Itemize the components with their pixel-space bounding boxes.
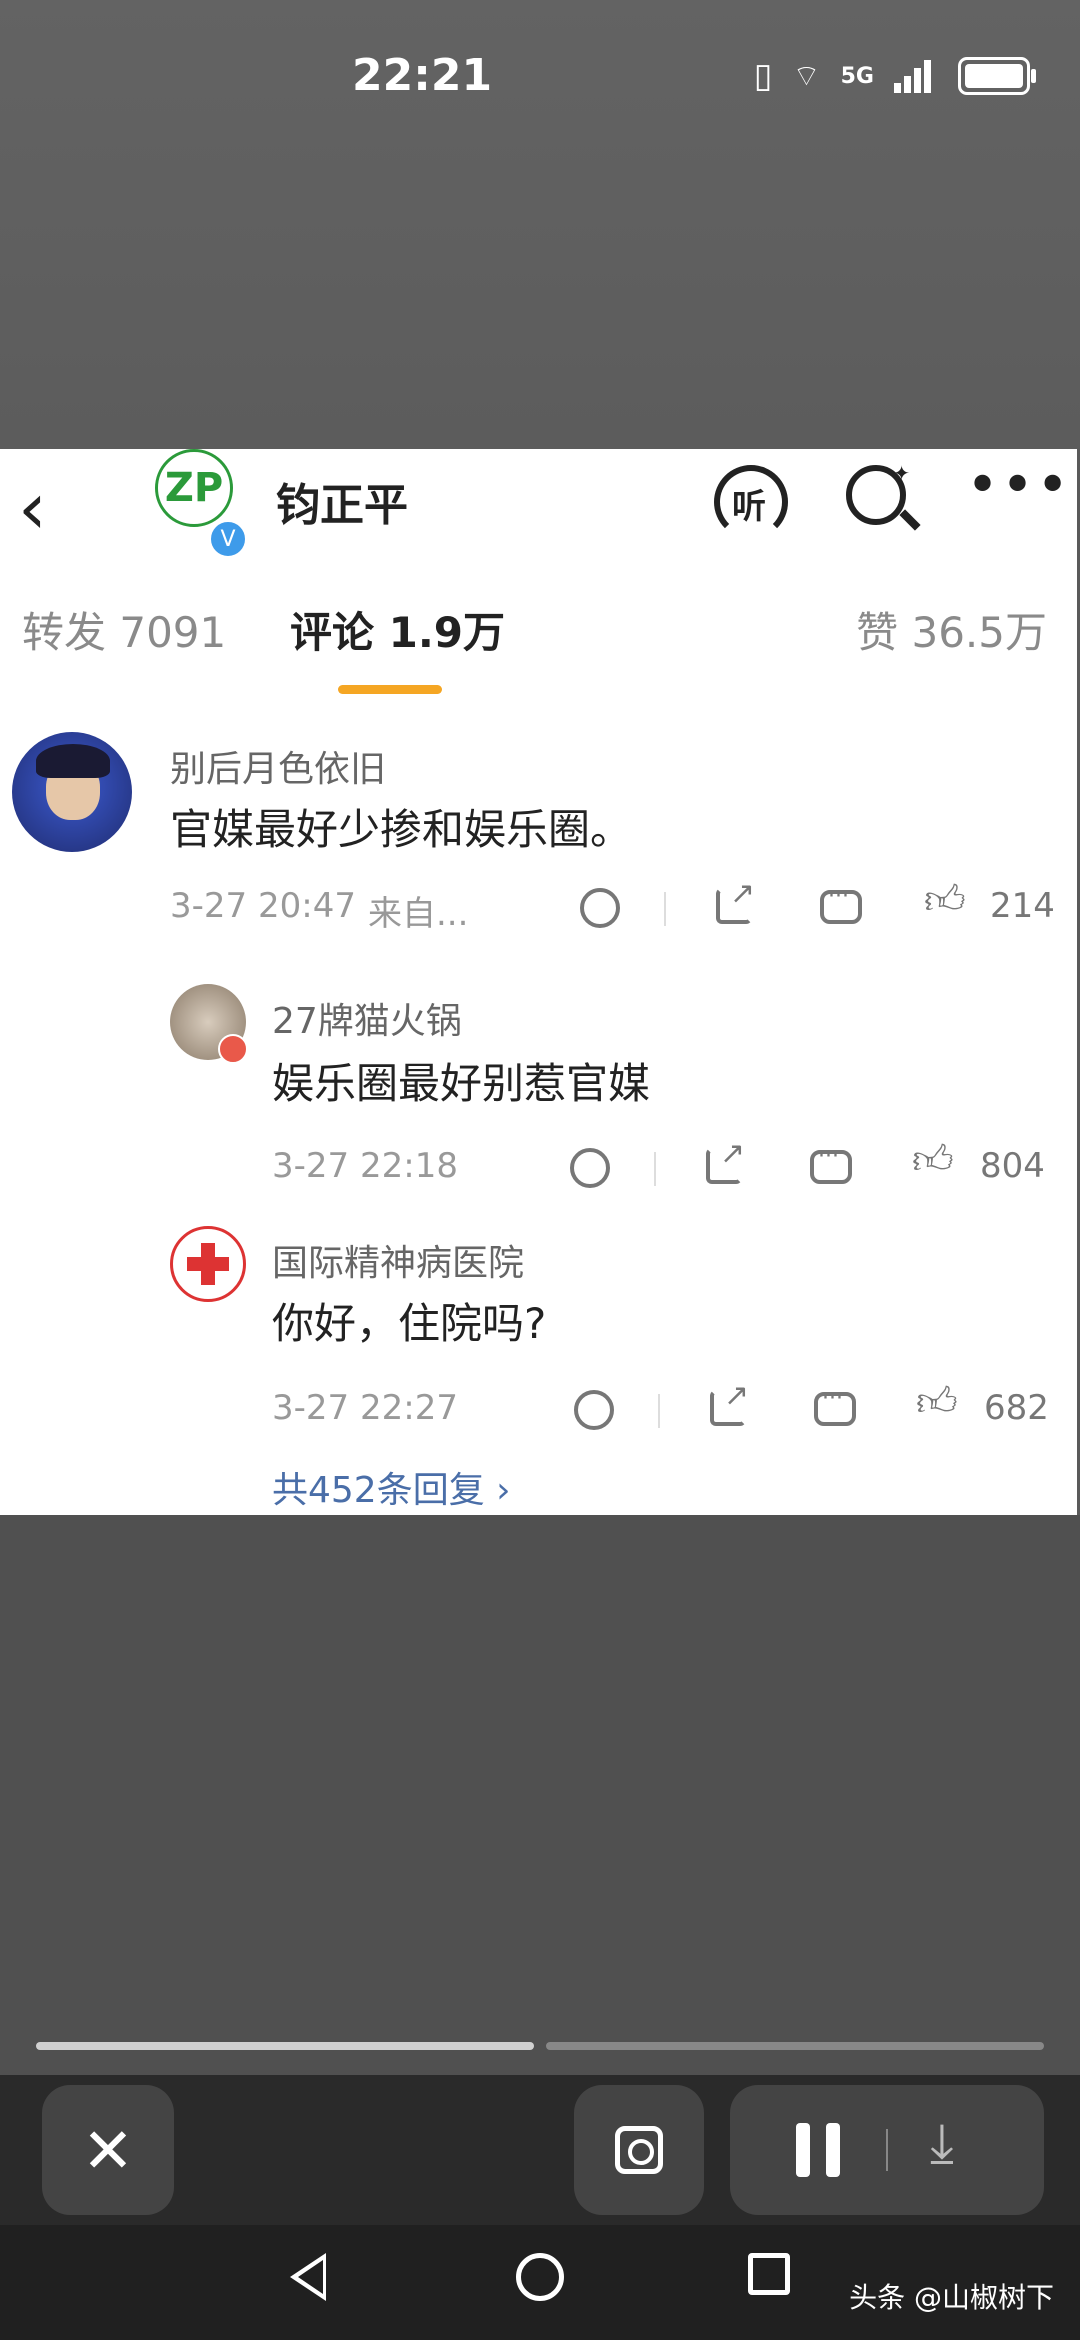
reply-item: 国际精神病医院 你好，住院吗? 3-27 22:27 👍︎ 682 — [0, 1226, 1077, 1430]
nav-home-icon[interactable] — [516, 2253, 564, 2301]
tab-likes[interactable]: 赞 36.5万 — [856, 599, 1047, 660]
dislike-face-icon[interactable] — [574, 1390, 614, 1430]
comment-author[interactable]: 27牌猫火锅 — [272, 992, 462, 1044]
comment-item: 别后月色依旧 官媒最好少掺和娱乐圈。 3-27 20:47 来自... 👍︎ 2… — [0, 732, 1077, 934]
chevron-left-icon[interactable]: ‹ — [18, 463, 78, 553]
watermark: 头条 @山椒树下 — [849, 2281, 1054, 2314]
comment-source: 来自... — [368, 894, 469, 934]
page-progress-next[interactable] — [546, 2042, 1044, 2050]
nav-back-icon[interactable] — [290, 2253, 326, 2301]
dislike-face-icon[interactable] — [580, 888, 620, 928]
active-tab-indicator — [338, 685, 442, 694]
comment-icon[interactable] — [810, 1144, 852, 1184]
status-bar: 22:21 ▯ ⌔ 5G — [0, 0, 1080, 160]
like-count: 682 — [984, 1388, 1049, 1428]
share-icon[interactable] — [716, 876, 755, 924]
post-comments-card: ‹ ZP V 钧正平 听 ✦ ••• 转发 7091 评论 1.9万 赞 36.… — [0, 449, 1077, 1515]
thumbs-up-icon[interactable]: 👍︎ — [912, 1136, 954, 1184]
account-name[interactable]: 钧正平 — [276, 469, 408, 533]
tab-repost[interactable]: 转发 7091 — [22, 599, 226, 660]
scan-icon — [615, 2126, 663, 2174]
close-icon: ✕ — [82, 2113, 134, 2187]
comment-tabs: 转发 7091 评论 1.9万 赞 36.5万 — [0, 599, 1077, 679]
comment-time: 3-27 22:27 — [272, 1388, 458, 1428]
viewer-background — [0, 1515, 1080, 2075]
comment-time: 3-27 22:18 — [272, 1146, 458, 1186]
viewer-controls: ✕ ⤓ — [0, 2075, 1080, 2225]
divider — [886, 2129, 888, 2171]
reply-item: 27牌猫火锅 娱乐圈最好别惹官媒 3-27 22:18 👍︎ 804 — [0, 984, 1077, 1188]
divider — [654, 1152, 656, 1186]
share-icon[interactable] — [706, 1136, 745, 1184]
tab-comments[interactable]: 评论 1.9万 — [290, 599, 505, 660]
thumbs-up-icon[interactable]: 👍︎ — [916, 1378, 958, 1426]
listen-button[interactable]: 听 — [714, 465, 794, 539]
avatar[interactable] — [170, 1226, 246, 1302]
like-count: 804 — [980, 1146, 1045, 1186]
more-icon[interactable]: ••• — [966, 453, 1071, 518]
pause-icon[interactable] — [796, 2123, 844, 2177]
view-replies-link[interactable]: 共452条回复 › — [272, 1461, 511, 1513]
search-icon[interactable]: ✦ — [846, 461, 910, 525]
divider — [658, 1394, 660, 1428]
download-icon[interactable]: ⤓ — [930, 2111, 954, 2175]
network-label: 5G — [840, 63, 874, 89]
account-logo[interactable]: ZP — [155, 449, 233, 527]
level-badge — [218, 1034, 248, 1064]
dislike-face-icon[interactable] — [570, 1148, 610, 1188]
share-icon[interactable] — [710, 1378, 749, 1426]
close-button[interactable]: ✕ — [42, 2085, 174, 2215]
comment-text: 你好，住院吗? — [272, 1299, 547, 1348]
comment-time: 3-27 20:47 — [170, 886, 356, 926]
verified-badge: V — [208, 519, 248, 559]
status-time: 22:21 — [352, 50, 493, 101]
nav-recents-icon[interactable] — [748, 2253, 790, 2295]
divider — [664, 892, 666, 926]
avatar[interactable] — [12, 732, 132, 852]
vibrate-icon: ▯ — [753, 56, 773, 96]
page-progress-current[interactable] — [36, 2042, 534, 2050]
comment-author[interactable]: 国际精神病医院 — [272, 1234, 524, 1286]
scan-button[interactable] — [574, 2085, 704, 2215]
like-count: 214 — [990, 886, 1055, 926]
media-controls: ⤓ — [730, 2085, 1044, 2215]
comment-icon[interactable] — [814, 1386, 856, 1426]
status-icons: ▯ ⌔ 5G — [753, 56, 1036, 96]
comment-icon[interactable] — [820, 884, 862, 924]
comment-author[interactable]: 别后月色依旧 — [170, 740, 386, 792]
battery-icon — [958, 57, 1036, 95]
wifi-icon: ⌔ — [792, 59, 821, 94]
comment-text: 官媒最好少掺和娱乐圈。 — [170, 805, 633, 854]
signal-icon — [894, 59, 938, 93]
post-header: ‹ ZP V 钧正平 听 ✦ ••• — [0, 449, 1077, 589]
thumbs-up-icon[interactable]: 👍︎ — [924, 876, 966, 924]
comment-text: 娱乐圈最好别惹官媒 — [272, 1059, 651, 1108]
